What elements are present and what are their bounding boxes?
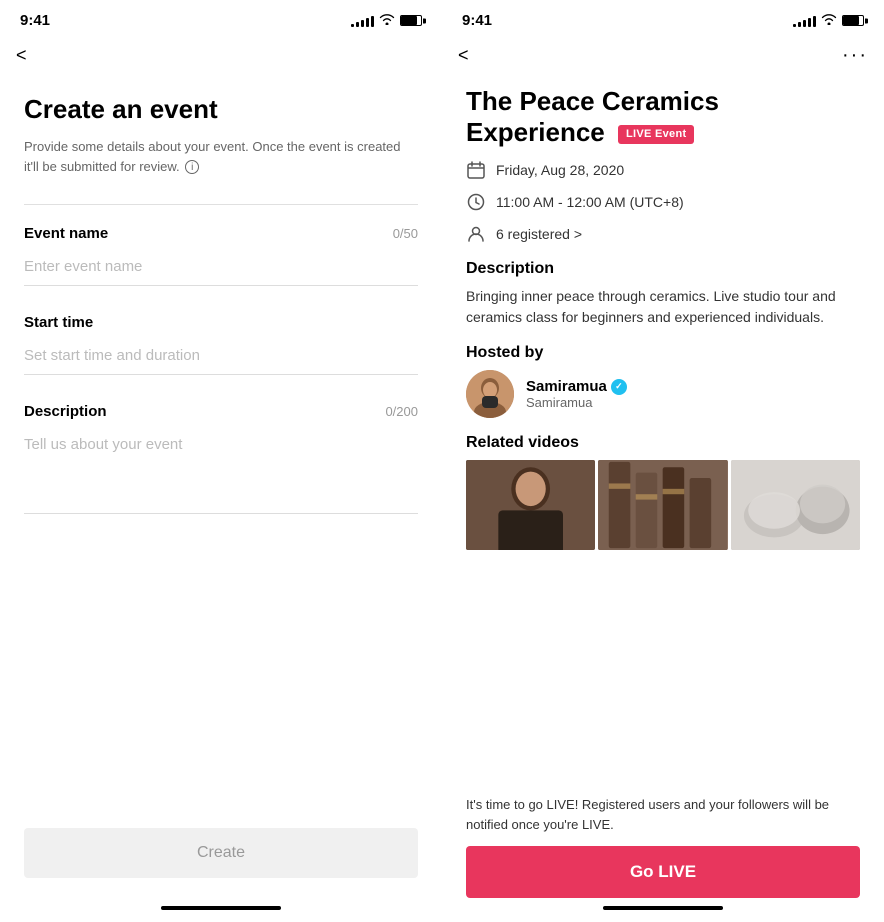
- detail-content: The Peace Ceramics Experience LIVE Event…: [442, 78, 884, 795]
- status-bar-right: 9:41: [442, 0, 884, 37]
- time-right: 9:41: [462, 12, 492, 29]
- related-videos-title: Related videos: [466, 434, 860, 452]
- event-registered-row[interactable]: 6 registered >: [466, 224, 860, 244]
- video-thumb-1[interactable]: [466, 460, 595, 550]
- host-avatar: [466, 370, 514, 418]
- create-event-screen: 9:41: [0, 0, 442, 922]
- event-date: Friday, Aug 28, 2020: [496, 162, 624, 178]
- create-button-container: Create: [0, 812, 442, 898]
- registered-count[interactable]: 6 registered >: [496, 226, 582, 242]
- status-icons-left: [351, 13, 422, 28]
- battery-icon: [400, 15, 422, 26]
- battery-icon-right: [842, 15, 864, 26]
- host-row[interactable]: Samiramua ✓ Samiramua: [466, 370, 860, 418]
- hosted-by-section: Hosted by: [466, 344, 860, 418]
- start-time-header: Start time: [24, 314, 418, 331]
- go-live-section: It's time to go LIVE! Registered users a…: [442, 795, 884, 898]
- create-button[interactable]: Create: [24, 828, 418, 878]
- start-time-label: Start time: [24, 314, 93, 331]
- verified-icon: ✓: [611, 379, 627, 395]
- host-name: Samiramua ✓: [526, 378, 627, 395]
- event-date-row: Friday, Aug 28, 2020: [466, 160, 860, 180]
- more-button[interactable]: ···: [842, 44, 868, 67]
- event-title: The Peace Ceramics Experience LIVE Event: [466, 86, 860, 148]
- description-title: Description: [466, 260, 860, 278]
- videos-row: [466, 460, 860, 550]
- calendar-icon: [466, 160, 486, 180]
- status-icons-right: [793, 13, 864, 28]
- person-icon: [466, 224, 486, 244]
- host-avatar-image: [466, 370, 514, 418]
- create-content: Create an event Provide some details abo…: [0, 78, 442, 812]
- start-time-input[interactable]: [24, 343, 418, 375]
- info-icon[interactable]: i: [185, 160, 199, 174]
- event-name-counter: 0/50: [393, 226, 418, 241]
- go-live-button[interactable]: Go LIVE: [466, 846, 860, 898]
- home-indicator-left: [161, 906, 281, 910]
- live-badge: LIVE Event: [618, 125, 694, 144]
- host-info: Samiramua ✓ Samiramua: [526, 378, 627, 410]
- video-thumb-2[interactable]: [598, 460, 727, 550]
- clock-icon: [466, 192, 486, 212]
- event-name-field: Event name 0/50: [24, 225, 418, 286]
- page-subtitle: Provide some details about your event. O…: [24, 137, 418, 176]
- signal-icon-right: [793, 15, 816, 27]
- home-indicator-right: [603, 906, 723, 910]
- event-time-row: 11:00 AM - 12:00 AM (UTC+8): [466, 192, 860, 212]
- signal-icon: [351, 15, 374, 27]
- description-input[interactable]: [24, 432, 418, 514]
- go-live-notice: It's time to go LIVE! Registered users a…: [466, 795, 860, 834]
- back-button-left[interactable]: <: [16, 41, 35, 70]
- start-time-field: Start time: [24, 314, 418, 375]
- nav-bar-left: <: [0, 37, 442, 78]
- event-name-header: Event name 0/50: [24, 225, 418, 242]
- form-divider: [24, 204, 418, 205]
- wifi-icon: [379, 13, 395, 28]
- description-header: Description 0/200: [24, 403, 418, 420]
- event-name-label: Event name: [24, 225, 108, 242]
- hosted-by-title: Hosted by: [466, 344, 860, 362]
- description-label: Description: [24, 403, 107, 420]
- related-videos-section: Related videos: [466, 434, 860, 550]
- nav-bar-right: < ···: [442, 37, 884, 78]
- event-time: 11:00 AM - 12:00 AM (UTC+8): [496, 194, 684, 210]
- description-section: Description Bringing inner peace through…: [466, 260, 860, 328]
- event-name-input[interactable]: [24, 254, 418, 286]
- description-body: Bringing inner peace through ceramics. L…: [466, 286, 860, 328]
- video-thumb-3[interactable]: [731, 460, 860, 550]
- description-field: Description 0/200: [24, 403, 418, 514]
- page-title: Create an event: [24, 94, 418, 125]
- description-counter: 0/200: [385, 404, 418, 419]
- time-left: 9:41: [20, 12, 50, 29]
- status-bar-left: 9:41: [0, 0, 442, 37]
- event-detail-screen: 9:41: [442, 0, 884, 922]
- host-username: Samiramua: [526, 395, 627, 410]
- wifi-icon-right: [821, 13, 837, 28]
- back-button-right[interactable]: <: [458, 41, 477, 70]
